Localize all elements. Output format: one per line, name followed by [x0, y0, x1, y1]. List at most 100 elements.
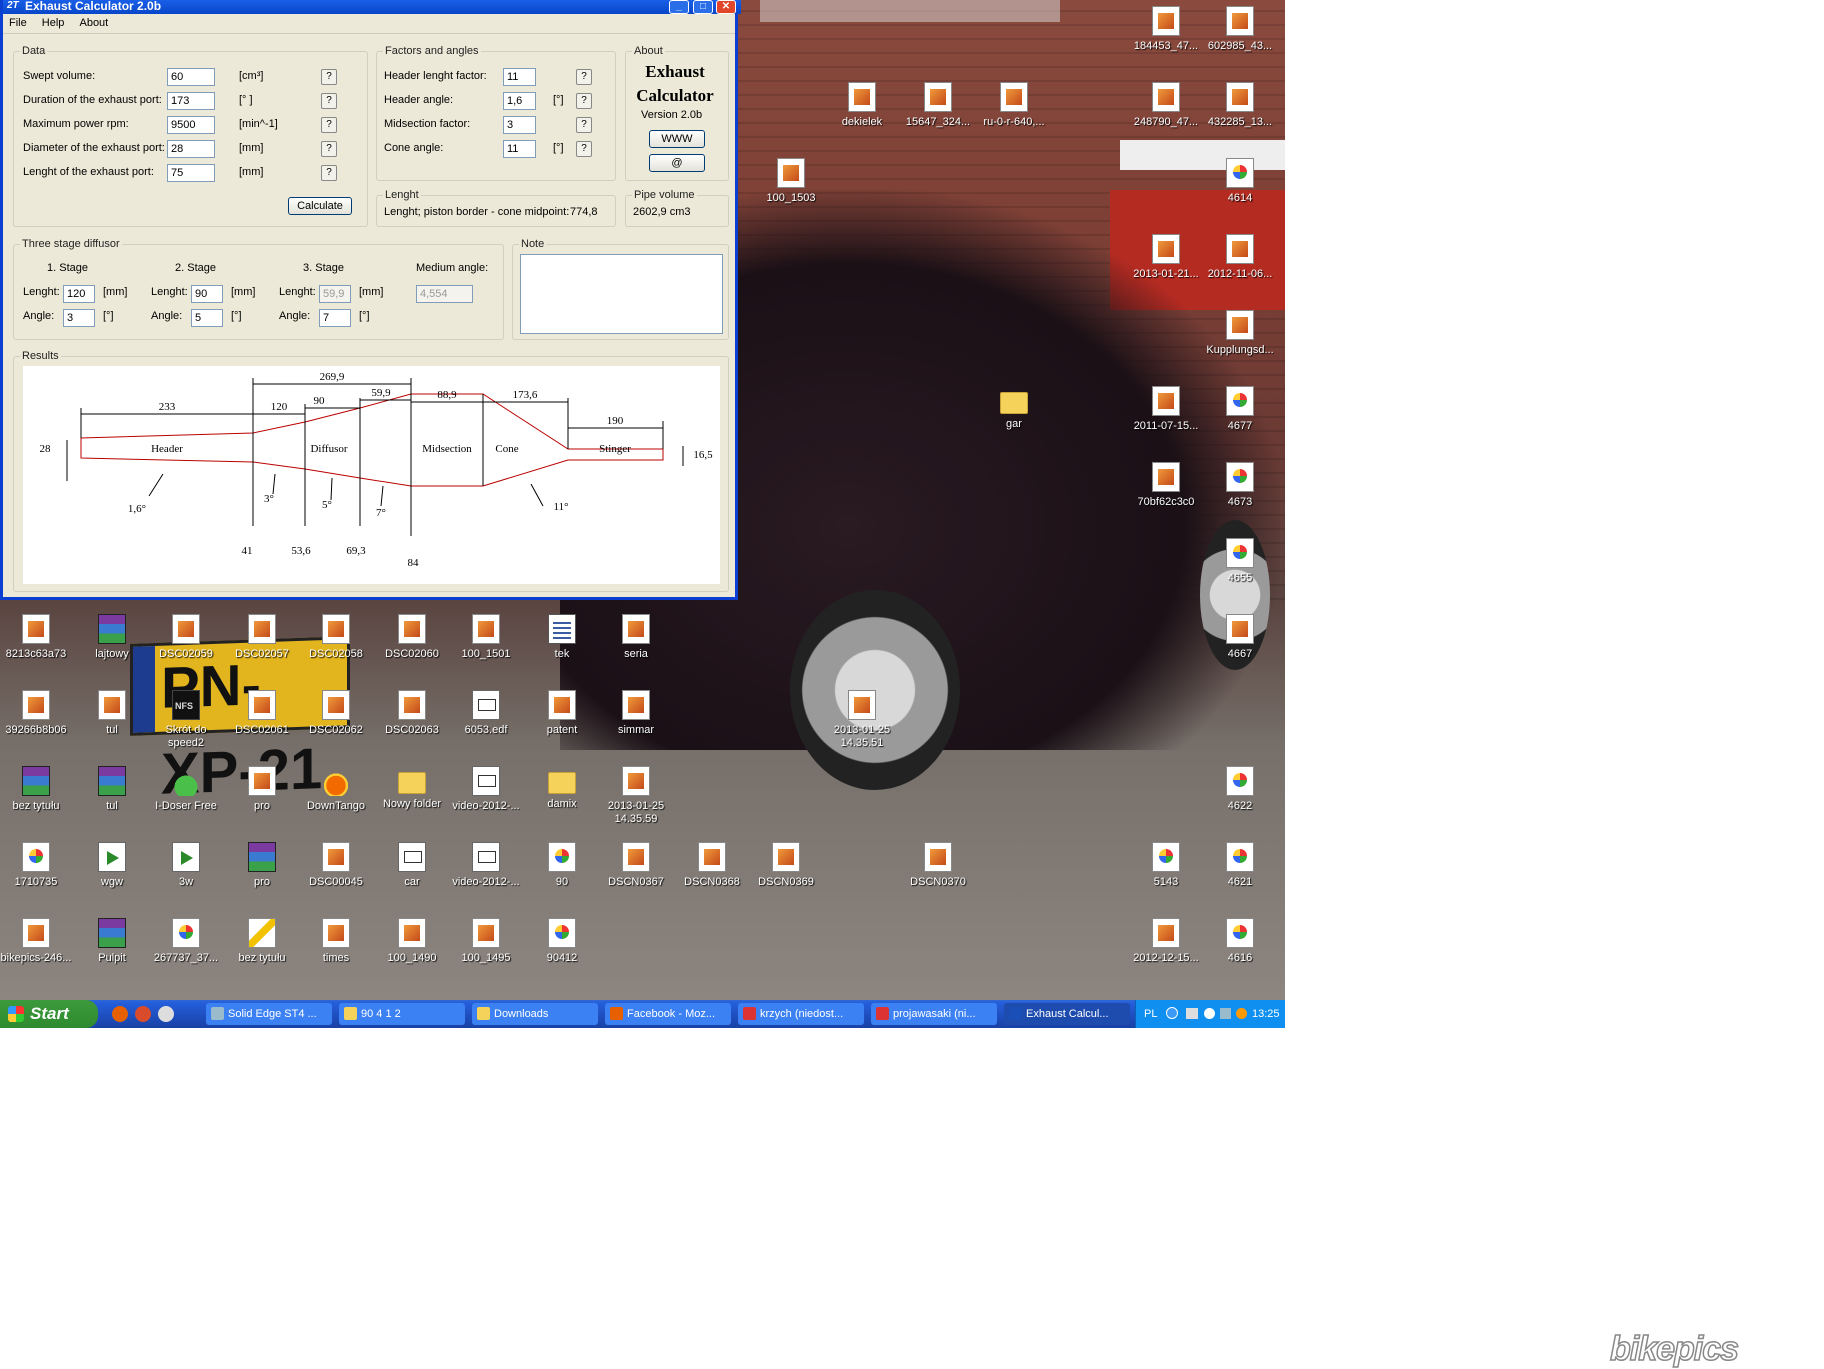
desktop-icon[interactable]: 4621 [1204, 842, 1276, 889]
desktop-icon[interactable]: DSC02060 [376, 614, 448, 661]
help-button[interactable]: ? [321, 165, 337, 181]
taskbar-button[interactable]: Solid Edge ST4 ... [206, 1003, 332, 1025]
taskbar-button[interactable]: projawasaki (ni... [871, 1003, 997, 1025]
desktop-icon[interactable]: 432285_13... [1204, 82, 1276, 129]
desktop-icon[interactable]: 184453_47... [1130, 6, 1202, 53]
desktop-icon[interactable]: dekielek [826, 82, 898, 129]
desktop-icon[interactable]: video-2012-... [450, 842, 522, 889]
desktop-icon[interactable]: 15647_324... [902, 82, 974, 129]
desktop-icon[interactable]: times [300, 918, 372, 965]
desktop-icon[interactable]: DSCN0367 [600, 842, 672, 889]
desktop-icon[interactable]: 4614 [1204, 158, 1276, 205]
stage-angle-input[interactable]: 7 [319, 309, 351, 327]
data-input[interactable]: 9500 [167, 116, 215, 134]
taskbar-button[interactable]: Downloads [472, 1003, 598, 1025]
taskbar-button[interactable]: Facebook - Moz... [605, 1003, 731, 1025]
desktop-icon[interactable]: patent [526, 690, 598, 737]
desktop-icon[interactable]: 4655 [1204, 538, 1276, 585]
desktop-icon[interactable]: Skrót do speed2 [150, 690, 222, 750]
desktop-icon[interactable]: DSC02063 [376, 690, 448, 737]
desktop-icon[interactable]: 70bf62c3c0 [1130, 462, 1202, 509]
medium-angle-field[interactable]: 4,554 [416, 285, 473, 303]
help-button[interactable]: ? [321, 93, 337, 109]
menu-about[interactable]: About [73, 14, 114, 32]
desktop-icon[interactable]: tek [526, 614, 598, 661]
stage-length-input[interactable]: 59,9 [319, 285, 351, 303]
desktop-icon[interactable]: 248790_47... [1130, 82, 1202, 129]
desktop-icon[interactable]: video-2012-... [450, 766, 522, 813]
note-textarea[interactable] [520, 254, 723, 334]
calculate-button[interactable]: Calculate [288, 197, 352, 215]
desktop-icon[interactable]: 2012-12-15... [1130, 918, 1202, 965]
desktop-icon[interactable]: pro [226, 842, 298, 889]
media-icon[interactable] [158, 1006, 174, 1022]
help-button[interactable]: ? [576, 69, 592, 85]
desktop-icon[interactable]: bez tytułu [226, 918, 298, 965]
factor-input[interactable]: 11 [503, 68, 536, 86]
desktop-icon[interactable]: 100_1503 [755, 158, 827, 205]
desktop-icon[interactable]: DSC00045 [300, 842, 372, 889]
help-button[interactable]: ? [321, 141, 337, 157]
stage-length-input[interactable]: 120 [63, 285, 95, 303]
desktop-icon[interactable]: tul [76, 766, 148, 813]
taskbar-button[interactable]: krzych (niedost... [738, 1003, 864, 1025]
chrome-icon[interactable] [135, 1006, 151, 1022]
desktop-icon[interactable]: simmar [600, 690, 672, 737]
network-icon[interactable] [1186, 1008, 1198, 1019]
start-button[interactable]: Start [0, 1000, 98, 1028]
desktop-icon[interactable]: DSCN0368 [676, 842, 748, 889]
desktop-icon[interactable]: DSCN0369 [750, 842, 822, 889]
www-button[interactable]: WWW [649, 130, 705, 148]
desktop-icon[interactable]: 90 [526, 842, 598, 889]
help-button[interactable]: ? [321, 117, 337, 133]
desktop-icon[interactable]: 2013-01-25 14.35.59 [600, 766, 672, 826]
desktop-icon[interactable]: 4622 [1204, 766, 1276, 813]
desktop-icon[interactable]: 100_1495 [450, 918, 522, 965]
desktop-icon[interactable]: DSCN0370 [902, 842, 974, 889]
desktop-icon[interactable]: Pulpit [76, 918, 148, 965]
desktop-icon[interactable]: 39266b8b06 [0, 690, 72, 737]
desktop-icon[interactable]: 2013-01-25 14.35.51 [826, 690, 898, 750]
desktop-icon[interactable]: 100_1501 [450, 614, 522, 661]
email-button[interactable]: @ [649, 154, 705, 172]
desktop-icon[interactable]: 90412 [526, 918, 598, 965]
tray-update-icon[interactable] [1236, 1008, 1247, 1019]
desktop-icon[interactable]: 4673 [1204, 462, 1276, 509]
tray-chevron-icon[interactable] [1166, 1007, 1178, 1019]
desktop-icon[interactable]: 100_1490 [376, 918, 448, 965]
minimize-button[interactable]: _ [669, 0, 689, 14]
close-button[interactable]: ✕ [716, 0, 736, 14]
desktop-icon[interactable]: 2011-07-15... [1130, 386, 1202, 433]
desktop-icon[interactable]: wgw [76, 842, 148, 889]
data-input[interactable]: 75 [167, 164, 215, 182]
desktop-icon[interactable]: Nowy folder [376, 766, 448, 811]
title-bar[interactable]: 2T Exhaust Calculator 2.0b _ □ ✕ [3, 0, 741, 14]
desktop-icon[interactable]: 2013-01-21... [1130, 234, 1202, 281]
factor-input[interactable]: 1,6 [503, 92, 536, 110]
desktop-icon[interactable]: I-Doser Free [150, 766, 222, 813]
data-input[interactable]: 60 [167, 68, 215, 86]
tray-app-icon[interactable] [1204, 1008, 1215, 1019]
desktop-icon[interactable]: 5143 [1130, 842, 1202, 889]
desktop-icon[interactable]: pro [226, 766, 298, 813]
desktop-icon[interactable]: seria [600, 614, 672, 661]
desktop-icon[interactable]: 6053.edf [450, 690, 522, 737]
desktop-icon[interactable]: 1710735 [0, 842, 72, 889]
desktop-icon[interactable]: lajtowy [76, 614, 148, 661]
help-button[interactable]: ? [576, 93, 592, 109]
menu-help[interactable]: Help [36, 14, 71, 32]
taskbar-button[interactable]: 90 4 1 2 [339, 1003, 465, 1025]
desktop-icon[interactable]: 2012-11-06... [1204, 234, 1276, 281]
desktop-icon[interactable]: 602985_43... [1204, 6, 1276, 53]
desktop-icon[interactable]: car [376, 842, 448, 889]
desktop-icon[interactable]: DSC02057 [226, 614, 298, 661]
factor-input[interactable]: 11 [503, 140, 536, 158]
desktop-icon[interactable]: bez tytułu [0, 766, 72, 813]
stage-angle-input[interactable]: 3 [63, 309, 95, 327]
desktop-icon[interactable]: DownTango [300, 766, 372, 813]
desktop-icon[interactable]: bikepics-246... [0, 918, 72, 965]
data-input[interactable]: 173 [167, 92, 215, 110]
maximize-button[interactable]: □ [693, 0, 713, 14]
desktop-icon[interactable]: ru-0-r-640,... [978, 82, 1050, 129]
desktop-icon[interactable]: DSC02061 [226, 690, 298, 737]
